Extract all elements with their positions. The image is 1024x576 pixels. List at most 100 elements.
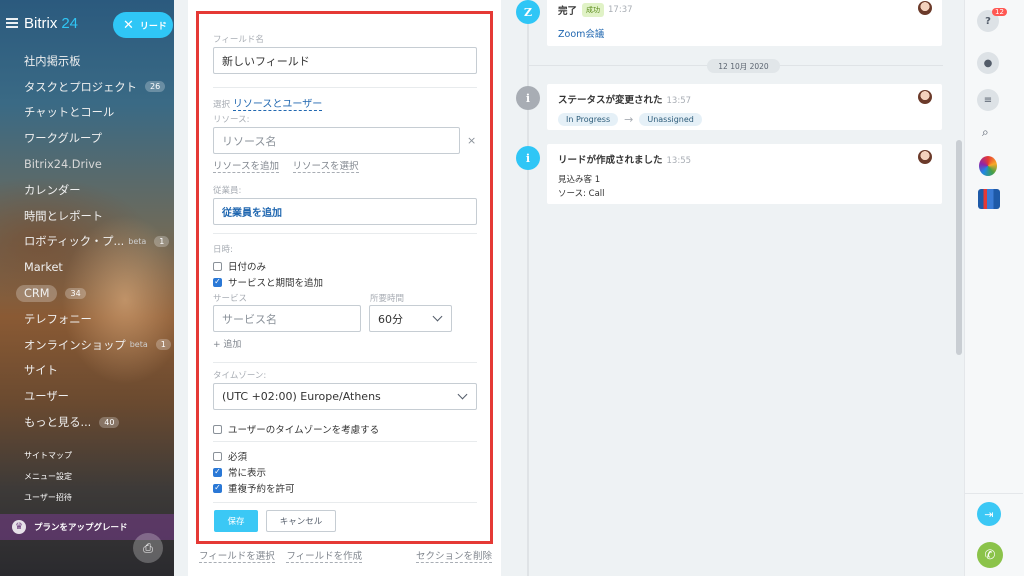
sidebar-nav: 社内掲示板 タスクとプロジェクト 26 チャットとコール ワークグループ Bitr… [0,48,174,435]
count-badge: 1 [155,339,171,351]
exit-icon[interactable]: ⇥ [977,502,1001,526]
allow-overlap-label: 重複予約を許可 [228,484,295,495]
cancel-button[interactable]: キャンセル [266,510,336,532]
allow-overlap-checkbox[interactable]: ✓ 重複予約を許可 [213,481,477,495]
service-name-input[interactable]: サービス名 [213,305,361,332]
sidebar-item-tasks[interactable]: タスクとプロジェクト 26 [0,74,174,100]
sidebar-item-chat[interactable]: チャットとコール [0,100,174,126]
beta-label: beta [129,340,148,350]
checkbox-checked-icon: ✓ [213,467,222,477]
chat-icon[interactable]: ≡ [977,89,999,111]
resource-links: リソースを追加 リソースを選択 [213,158,477,173]
field-name-input[interactable]: 新しいフィールド [213,47,477,74]
count-badge: 1 [154,235,170,247]
menu-settings-link[interactable]: メニュー設定 [0,466,174,487]
card-title: ステータスが変更された [558,95,663,106]
info-icon: i [516,86,540,110]
sidebar-item-telephony[interactable]: テレフォニー [0,306,174,332]
add-resource-link[interactable]: リソースを追加 [213,161,280,173]
sidebar-item-sites[interactable]: サイト [0,358,174,384]
sidebar-item-online-shop[interactable]: オンラインショップ beta 1 [0,332,174,358]
sidebar-item-users[interactable]: ユーザー [0,383,174,409]
status-to-tag: Unassigned [639,113,702,126]
sidebar-item-drive[interactable]: Bitrix24.Drive [0,151,174,177]
card-title: 完了 [558,6,578,17]
add-service-link[interactable]: + 追加 [213,337,477,350]
divider [213,362,477,363]
bell-icon[interactable]: ● [977,52,999,74]
form-footer: フィールドを選択 フィールドを作成 [199,548,363,563]
select-prefix: 選択 [213,100,231,110]
divider [965,493,1023,494]
sidebar-item-workgroups[interactable]: ワークグループ [0,125,174,151]
buildings-icon[interactable] [978,189,1000,209]
select-resource-link[interactable]: リソースを選択 [292,161,359,173]
add-service-label: サービスと期間を追加 [228,278,324,289]
employee-label: 従業員: [213,186,242,196]
add-employee-field[interactable]: 従業員を追加 [213,198,477,225]
upgrade-label: プランをアップグレード [34,523,128,533]
datetime-label: 日時: [213,245,233,255]
consider-timezone-checkbox[interactable]: ユーザーのタイムゾーンを考慮する [213,422,477,436]
avatar[interactable] [918,90,932,104]
timeline-card-status[interactable]: ステータスが変更された 13:57 In Progress → Unassigne… [547,84,942,130]
sidebar-item-more[interactable]: もっと見る... 40 [0,409,174,435]
save-button[interactable]: 保存 [214,510,258,532]
lead-name: 見込み客 1 [558,175,601,185]
menu-icon[interactable] [6,18,18,28]
close-lead-label: リード [139,21,167,32]
timeline-card-created[interactable]: リードが作成されました 13:55 見込み客 1 ソース: Call [547,144,942,204]
sidebar-small-links: サイトマップ メニュー設定 ユーザー招待 [0,445,174,508]
sidebar-item-calendar[interactable]: カレンダー [0,177,174,203]
close-icon: ✕ [123,17,134,33]
add-service-checkbox[interactable]: ✓ サービスと期間を追加 [213,275,477,289]
logo[interactable]: Bitrix 24 [24,15,78,32]
lead-source: ソース: Call [558,189,605,199]
date-only-checkbox[interactable]: 日付のみ [213,259,477,273]
duration-select[interactable]: 60分 [369,305,452,332]
sidebar-item-feed[interactable]: 社内掲示板 [0,48,174,74]
arrow-right-icon: → [624,113,634,126]
sidebar-item-robotic[interactable]: ロボティック・プ... beta 1 [0,229,174,255]
divider [213,233,477,234]
resource-name-input[interactable]: リソース名 [213,127,460,154]
sitemap-link[interactable]: サイトマップ [0,445,174,466]
info-icon: i [516,146,540,170]
timezone-select[interactable]: (UTC +02:00) Europe/Athens [213,383,477,410]
zoom-meeting-link[interactable]: Zoom会議 [547,17,942,40]
sidebar-item-time-reports[interactable]: 時間とレポート [0,203,174,229]
create-field-link[interactable]: フィールドを作成 [286,551,363,563]
invite-users-link[interactable]: ユーザー招待 [0,487,174,508]
clear-icon[interactable]: × [467,134,476,147]
required-checkbox[interactable]: 必須 [213,449,477,463]
timeline-card-zoom[interactable]: 完了 成功 17:37 Zoom会議 [547,0,942,46]
checkbox-icon [213,261,222,271]
select-field-link[interactable]: フィールドを選択 [199,551,275,563]
always-show-checkbox[interactable]: ✓ 常に表示 [213,465,477,479]
divider [213,502,477,503]
left-sidebar: Bitrix 24 ✕ リード 社内掲示板 タスクとプロジェクト 26 チャットとコ… [0,0,174,576]
sidebar-item-crm[interactable]: CRM 34 [0,280,174,306]
notification-count-badge: 12 [992,8,1007,16]
scrollbar[interactable] [956,140,962,355]
field-name-label: フィールド名 [213,35,264,45]
divider [213,441,477,442]
phone-icon[interactable]: ✆ [977,542,1003,568]
resources-users-link[interactable]: リソースとユーザー [232,99,323,111]
sidebar-item-market[interactable]: Market [0,254,174,280]
card-time: 13:55 [666,156,692,166]
zoom-icon: Z [516,0,540,24]
count-badge: 34 [65,287,86,299]
right-bar [964,0,1024,576]
close-lead-button[interactable]: ✕ リード [113,12,173,38]
printer-icon[interactable]: ⎙ [133,533,163,563]
crown-icon: ♛ [12,520,26,534]
search-icon[interactable]: ⌕ [982,125,989,140]
avatar[interactable] [918,1,932,15]
chevron-down-icon [457,389,468,400]
date-chip: 12 10月 2020 [707,59,780,73]
timezone-value: (UTC +02:00) Europe/Athens [222,390,381,403]
avatar[interactable] [918,150,932,164]
colorful-app-icon[interactable] [979,156,997,176]
delete-section-link[interactable]: セクションを削除 [416,551,493,563]
